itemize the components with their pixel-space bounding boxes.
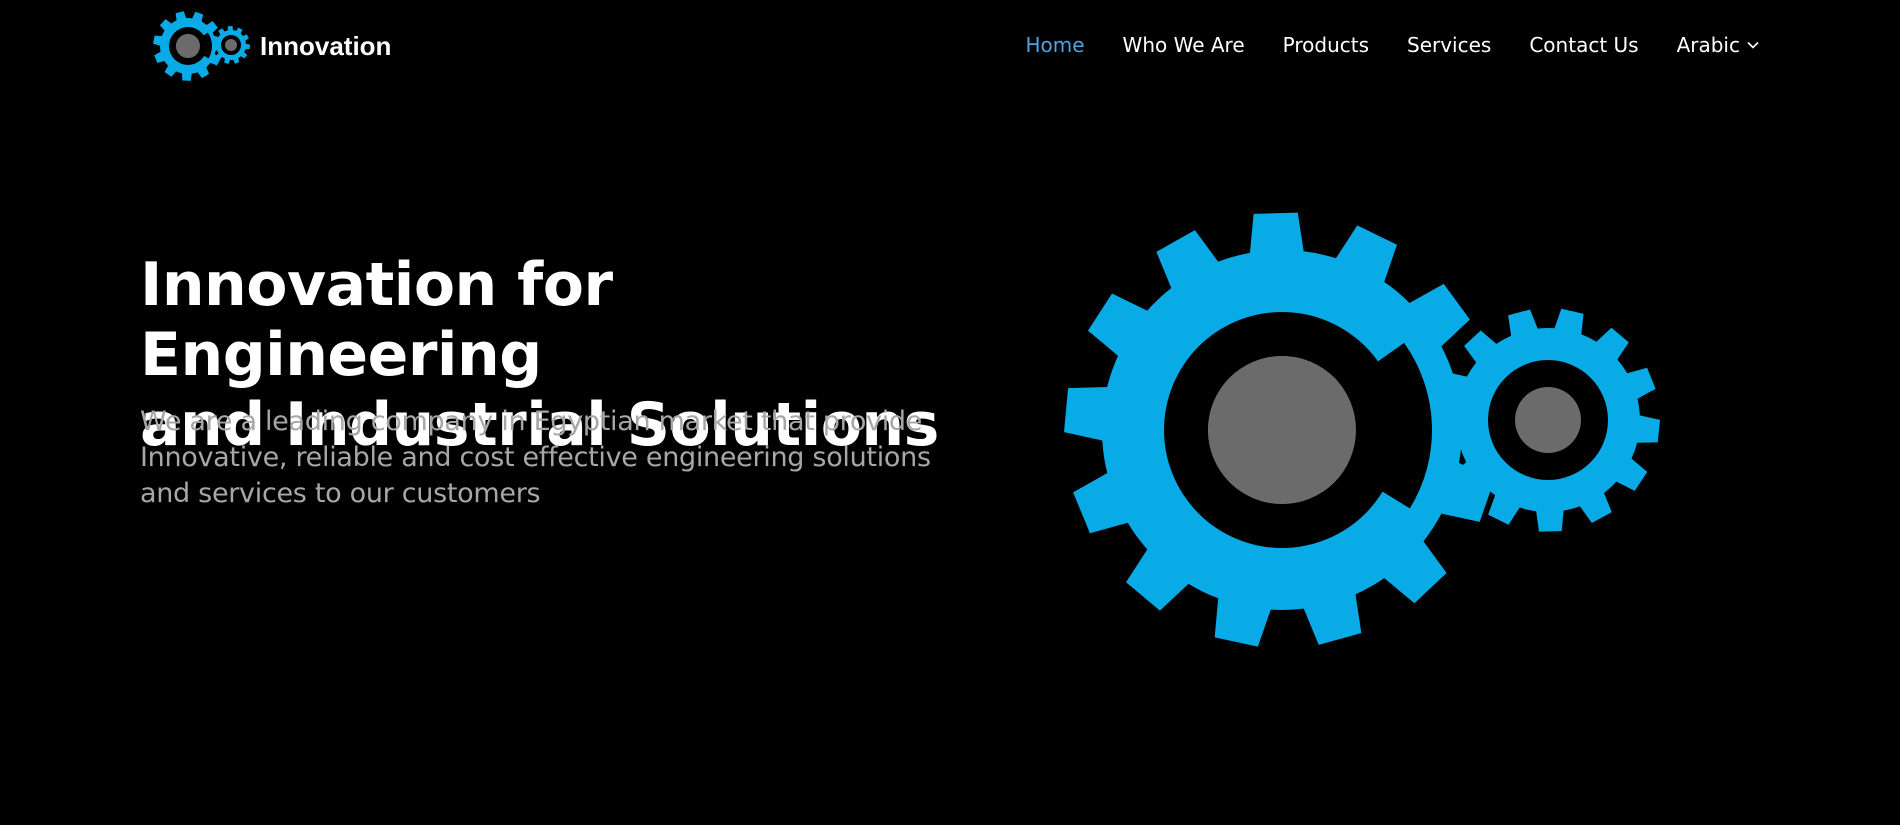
nav-item-label: Contact Us — [1529, 33, 1639, 57]
nav-item-who-we-are[interactable]: Who We Are — [1123, 33, 1245, 57]
nav-item-services[interactable]: Services — [1407, 33, 1491, 57]
gear-center — [176, 34, 200, 58]
logo-big-gear — [153, 11, 223, 81]
nav-item-contact-us[interactable]: Contact Us — [1529, 33, 1638, 57]
nav-item-label: Home — [1025, 33, 1085, 57]
main-nav: Home Who We Are Products Services Contac… — [987, 0, 1760, 90]
nav-item-language-dropdown[interactable]: Arabic — [1677, 33, 1760, 57]
gears-illustration-icon — [1064, 212, 1660, 647]
gear-center — [1208, 356, 1356, 504]
site-header: Innovation Home Who We Are Products Serv… — [0, 0, 1900, 90]
nav-item-label: Products — [1282, 33, 1369, 57]
brand-logo-link[interactable]: Innovation — [152, 8, 391, 84]
nav-item-home[interactable]: Home — [1025, 33, 1084, 57]
hero-big-gear — [1064, 212, 1500, 647]
gears-logo-icon — [153, 11, 250, 81]
brand-name: Innovation — [260, 30, 392, 61]
hero-subtitle-line-3: and services to our customers — [140, 478, 541, 509]
chevron-down-icon — [1747, 41, 1759, 49]
page: Innovation Home Who We Are Products Serv… — [0, 0, 1900, 825]
hero-title-line-1: Innovation for Engineering — [140, 250, 613, 390]
nav-item-label: Arabic — [1676, 33, 1740, 57]
gear-center — [225, 39, 237, 51]
nav-item-products[interactable]: Products — [1283, 33, 1369, 57]
hero-subtitle-line-1: We are a leading company in Egyptian mar… — [140, 406, 923, 437]
hero-subtitle: We are a leading company in Egyptian mar… — [140, 404, 960, 512]
gear-center — [1515, 387, 1581, 453]
logo-small-gear — [212, 26, 250, 64]
hero-subtitle-line-2: Innovative, reliable and cost effective … — [140, 442, 931, 473]
nav-item-label: Who We Are — [1122, 33, 1245, 57]
nav-item-label: Services — [1407, 33, 1492, 57]
